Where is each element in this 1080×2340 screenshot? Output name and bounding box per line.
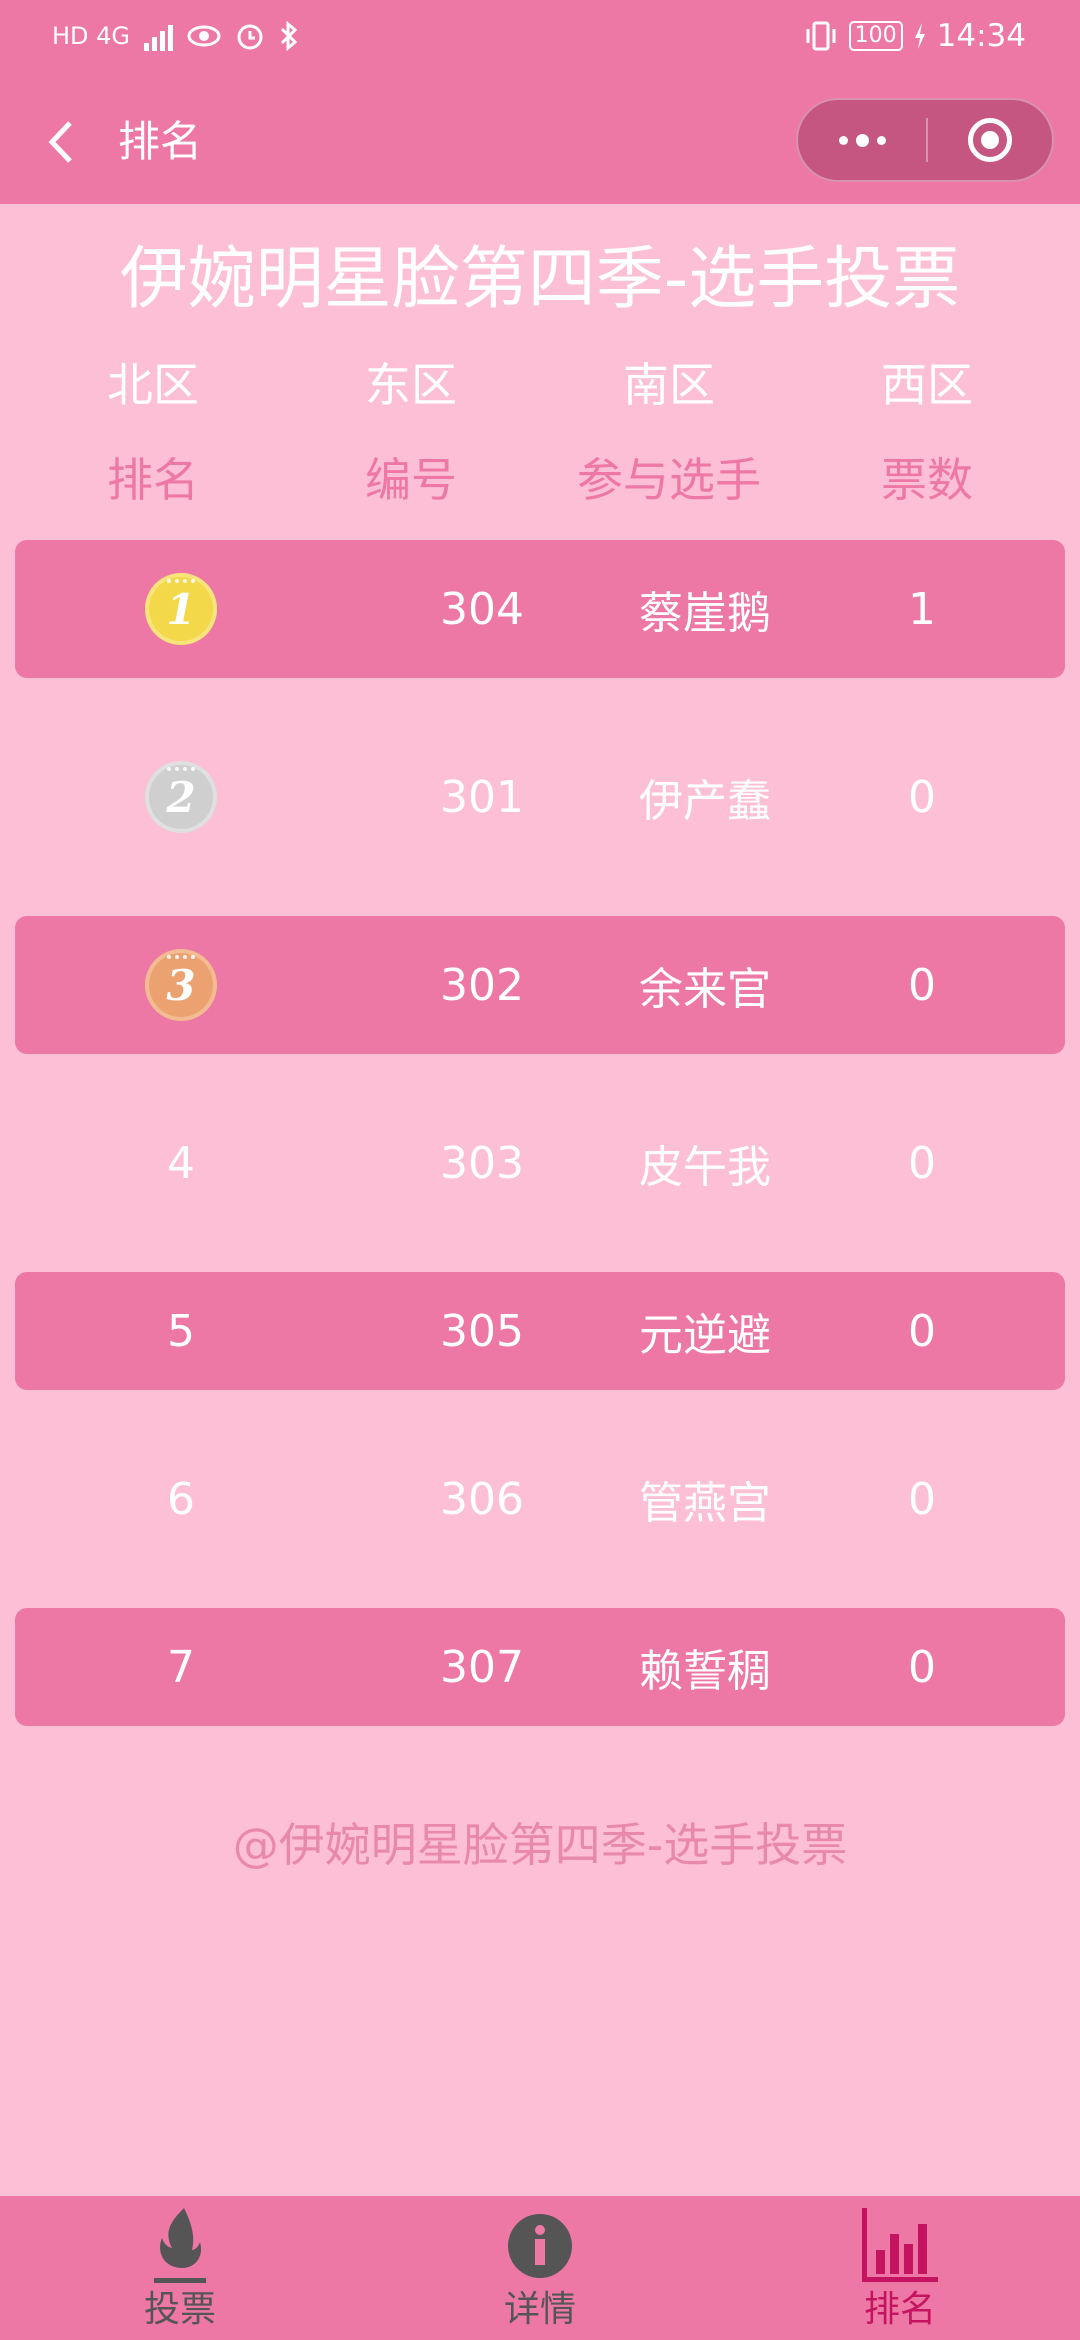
- row-number: 302: [440, 959, 524, 1011]
- table-row[interactable]: 5 305 元逆避 0: [15, 1272, 1065, 1390]
- more-button[interactable]: [798, 100, 926, 180]
- row-contestant: 蔡崖鹅: [639, 588, 771, 639]
- row-rank: 5: [167, 1305, 195, 1357]
- row-number: 301: [440, 771, 524, 823]
- header-votes: 票数: [881, 453, 973, 507]
- row-number: 303: [440, 1137, 524, 1189]
- info-icon: [508, 2214, 572, 2278]
- bronze-medal-icon: 3: [145, 949, 217, 1021]
- row-contestant: 皮午我: [639, 1142, 771, 1193]
- row-number: 307: [440, 1641, 524, 1693]
- charging-icon: [914, 23, 925, 49]
- table-header: 排名 编号 参与选手 票数: [24, 448, 1056, 512]
- tab-east[interactable]: 东区: [282, 352, 540, 448]
- nav-title: 排名: [118, 117, 203, 166]
- bar-chart-icon: [862, 2208, 938, 2282]
- tab-north[interactable]: 北区: [24, 352, 282, 448]
- row-votes: 0: [908, 771, 936, 823]
- top-bar: HD 4G 100 14:34 排名: [0, 0, 1080, 204]
- region-tabs: 北区 东区 南区 西区: [24, 352, 1056, 448]
- row-number: 306: [440, 1473, 524, 1525]
- row-votes: 0: [908, 1641, 936, 1693]
- row-votes: 0: [908, 1137, 936, 1189]
- mini-program-capsule: [796, 98, 1054, 182]
- row-number: 305: [440, 1305, 524, 1357]
- more-dot-icon: [876, 135, 886, 145]
- table-row[interactable]: 3 302 余来官 0: [15, 916, 1065, 1054]
- bottom-tab-details[interactable]: 详情: [450, 2196, 630, 2340]
- row-contestant: 伊产蠢: [639, 776, 771, 827]
- page-title: 伊婉明星脸第四季-选手投票: [119, 240, 961, 319]
- back-button[interactable]: [38, 112, 84, 172]
- tab-west[interactable]: 西区: [798, 352, 1056, 448]
- row-votes: 0: [908, 1305, 936, 1357]
- alarm-icon: [237, 24, 263, 50]
- more-dot-icon: [855, 133, 869, 147]
- eye-icon: [187, 25, 221, 47]
- vibrate-icon: [806, 21, 836, 51]
- table-row[interactable]: 2 301 伊产蠢 0: [15, 728, 1065, 866]
- row-contestant: 赖誓稠: [639, 1646, 771, 1697]
- bottom-tab-label: 投票: [143, 2289, 216, 2330]
- header-number: 编号: [365, 453, 457, 507]
- more-dot-icon: [838, 135, 848, 145]
- bottom-tab-label: 详情: [503, 2289, 576, 2330]
- table-row[interactable]: 6 306 管燕宫 0: [15, 1440, 1065, 1558]
- flame-icon: [154, 2208, 206, 2283]
- table-row[interactable]: 4 303 皮午我 0: [15, 1104, 1065, 1222]
- row-contestant: 元逆避: [639, 1310, 771, 1361]
- row-rank: 7: [167, 1641, 195, 1693]
- row-votes: 0: [908, 1473, 936, 1525]
- row-number: 304: [440, 583, 524, 635]
- row-rank: 6: [167, 1473, 195, 1525]
- row-votes: 0: [908, 959, 936, 1011]
- gold-medal-icon: 1: [145, 573, 217, 645]
- status-network-label: HD 4G: [52, 22, 131, 50]
- bottom-tab-label: 排名: [863, 2289, 936, 2330]
- row-contestant: 余来官: [639, 964, 771, 1015]
- table-row[interactable]: 7 307 赖誓稠 0: [15, 1608, 1065, 1726]
- signal-icon: [144, 21, 174, 51]
- row-rank: 4: [167, 1137, 195, 1189]
- footer-note: @伊婉明星脸第四季-选手投票: [232, 1818, 848, 1872]
- bluetooth-icon: [280, 20, 298, 52]
- chevron-left-icon: [48, 121, 72, 163]
- table-row[interactable]: 1 304 蔡崖鹅 1: [15, 540, 1065, 678]
- status-time: 14:34: [936, 18, 1026, 54]
- close-target-icon[interactable]: [968, 118, 1012, 162]
- header-contestant: 参与选手: [577, 453, 761, 507]
- tab-south[interactable]: 南区: [540, 352, 798, 448]
- bottom-tab-ranking[interactable]: 排名: [810, 2196, 990, 2340]
- header-rank: 排名: [107, 453, 199, 507]
- row-contestant: 管燕宫: [639, 1478, 771, 1529]
- row-votes: 1: [908, 583, 936, 635]
- bottom-tab-vote[interactable]: 投票: [90, 2196, 270, 2340]
- status-bar: HD 4G 100 14:34: [0, 0, 1080, 72]
- bottom-tab-bar: 投票 详情 排名: [0, 2196, 1080, 2340]
- battery-icon: 100: [848, 21, 903, 51]
- capsule-divider: [926, 118, 928, 162]
- silver-medal-icon: 2: [145, 761, 217, 833]
